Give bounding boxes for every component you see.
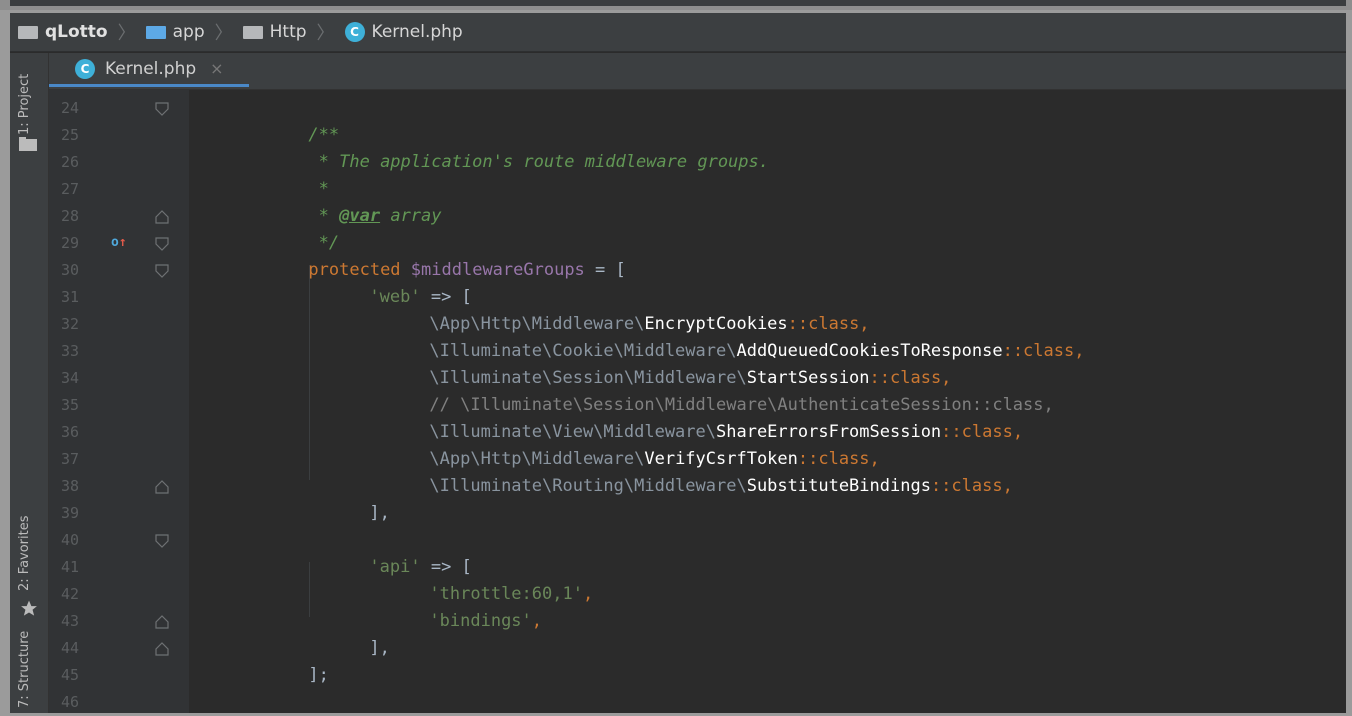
ide-window: qLotto 〉 app 〉 Http 〉 C Kernel.php 1: Pr… — [10, 13, 1346, 713]
project-tool-tab[interactable]: 1: Project — [10, 57, 48, 157]
fold-close-icon[interactable] — [155, 480, 169, 494]
code-line: * — [308, 179, 329, 199]
breadcrumb-item-project[interactable]: qLotto — [18, 22, 108, 42]
folder-icon — [145, 25, 166, 39]
breadcrumb-item-http[interactable]: Http — [242, 22, 307, 42]
fold-open-icon[interactable] — [155, 534, 169, 548]
fold-open-icon[interactable] — [155, 237, 169, 251]
tab-kernel-php[interactable]: C Kernel.php × — [49, 53, 249, 87]
code-line: protected $middlewareGroups = [ — [308, 260, 626, 280]
code-line: ], — [369, 503, 390, 523]
code-line: \Illuminate\Cookie\Middleware\AddQueuedC… — [429, 341, 1085, 361]
code-editor[interactable]: /** * The application's route middleware… — [189, 90, 1346, 713]
line-number: 34 — [61, 369, 80, 387]
tool-window-strip: 1: Project 2: Favorites 7: Structure — [10, 53, 49, 713]
line-number: 39 — [61, 504, 80, 522]
line-number: 44 — [61, 639, 80, 657]
line-number: 29 — [61, 234, 80, 252]
code-line: \Illuminate\Routing\Middleware\Substitut… — [429, 476, 1013, 496]
line-number: 46 — [61, 693, 80, 711]
code-line: * @var array — [308, 206, 442, 226]
line-number: 35 — [61, 396, 80, 414]
chevron-right-icon: 〉 — [316, 23, 335, 44]
code-line: 'throttle:60,1', — [429, 584, 594, 604]
php-class-icon: C — [75, 58, 95, 79]
line-number: 26 — [61, 153, 80, 171]
code-line: /** — [247, 689, 339, 713]
php-class-icon: C — [344, 22, 365, 42]
line-number: 45 — [61, 666, 80, 684]
folder-icon — [242, 25, 263, 39]
close-icon[interactable]: × — [210, 59, 223, 78]
code-line: \App\Http\Middleware\VerifyCsrfToken::cl… — [429, 449, 880, 469]
code-line: \App\Http\Middleware\EncryptCookies::cla… — [429, 314, 870, 334]
editor-tab-bar: C Kernel.php × — [49, 53, 1346, 90]
code-line: 'web' => [ — [369, 287, 472, 307]
folder-icon — [18, 25, 38, 39]
line-number: 27 — [61, 180, 80, 198]
override-marker-icon[interactable]: o↑ — [111, 235, 127, 250]
code-line: \Illuminate\View\Middleware\ShareErrorsF… — [429, 422, 1024, 442]
code-line: ]; — [308, 665, 329, 685]
code-line: 'api' => [ — [369, 557, 472, 577]
code-line: ], — [369, 638, 390, 658]
folder-icon — [19, 137, 37, 151]
code-line: 'bindings', — [429, 611, 543, 631]
code-line: \Illuminate\Session\Middleware\StartSess… — [429, 368, 952, 388]
line-number: 25 — [61, 126, 80, 144]
line-number: 32 — [61, 315, 80, 333]
line-number: 36 — [61, 423, 80, 441]
fold-close-icon[interactable] — [155, 642, 169, 656]
editor-gutter: 24 25 26 27 28 29 30 31 32 33 34 35 36 37 38 39 40 41 42 43… — [49, 90, 189, 713]
fold-close-icon[interactable] — [155, 210, 169, 224]
top-strip — [0, 0, 1352, 10]
line-number: 43 — [61, 612, 80, 630]
fold-open-icon[interactable] — [155, 102, 169, 116]
chevron-right-icon: 〉 — [117, 23, 136, 44]
line-number: 40 — [61, 531, 80, 549]
line-number: 38 — [61, 477, 80, 495]
breadcrumb: qLotto 〉 app 〉 Http 〉 C Kernel.php — [10, 13, 1346, 52]
code-line: * The application's route middleware gro… — [308, 152, 769, 172]
chevron-right-icon: 〉 — [214, 23, 233, 44]
favorites-tool-tab[interactable]: 2: Favorites — [10, 503, 48, 633]
line-number: 30 — [61, 261, 80, 279]
structure-tool-tab[interactable]: 7: Structure — [10, 628, 48, 713]
fold-open-icon[interactable] — [155, 264, 169, 278]
line-number: 37 — [61, 450, 80, 468]
line-number: 28 — [61, 207, 80, 225]
code-line: // \Illuminate\Session\Middleware\Authen… — [429, 395, 1054, 415]
code-line: */ — [308, 233, 340, 253]
breadcrumb-item-app[interactable]: app — [145, 22, 205, 42]
line-number: 42 — [61, 585, 80, 603]
line-number: 41 — [61, 558, 80, 576]
star-icon — [21, 600, 37, 616]
fold-close-icon[interactable] — [155, 615, 169, 629]
breadcrumb-item-file[interactable]: C Kernel.php — [344, 22, 463, 42]
line-number: 33 — [61, 342, 80, 360]
line-number: 31 — [61, 288, 80, 306]
line-number: 24 — [61, 99, 80, 117]
code-line: /** — [308, 125, 340, 145]
